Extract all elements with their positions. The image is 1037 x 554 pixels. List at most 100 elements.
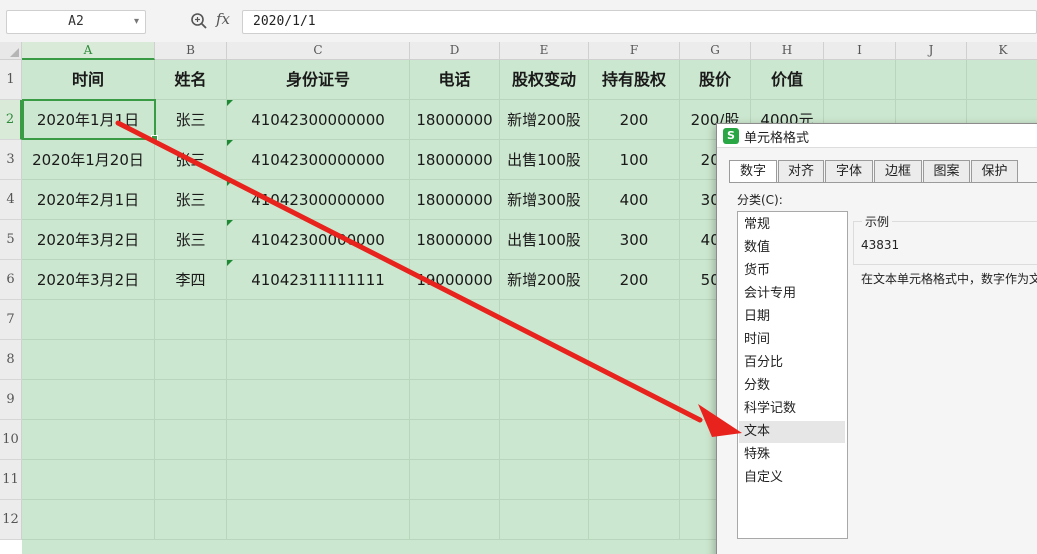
category-item[interactable]: 文本 xyxy=(739,421,845,443)
empty-cell[interactable] xyxy=(227,420,410,460)
category-item[interactable]: 日期 xyxy=(739,306,845,328)
data-cell[interactable]: 18000000 xyxy=(410,180,500,220)
tab-0[interactable]: 数字 xyxy=(729,160,777,183)
column-header-a[interactable]: A xyxy=(22,42,155,60)
empty-cell[interactable] xyxy=(155,300,227,340)
data-cell[interactable]: 张三 xyxy=(155,180,227,220)
category-item[interactable]: 分数 xyxy=(739,375,845,397)
column-header-d[interactable]: D xyxy=(410,42,500,60)
data-cell[interactable]: 19000000 xyxy=(410,260,500,300)
data-cell[interactable]: 41042300000000 xyxy=(227,140,410,180)
empty-cell[interactable] xyxy=(589,460,680,500)
empty-cell[interactable] xyxy=(410,340,500,380)
header-cell[interactable]: 价值 xyxy=(751,60,824,100)
category-item[interactable]: 常规 xyxy=(739,214,845,236)
tab-2[interactable]: 字体 xyxy=(825,160,873,182)
empty-cell[interactable] xyxy=(500,460,589,500)
row-header-3[interactable]: 3 xyxy=(0,140,22,180)
data-cell[interactable]: 新增300股 xyxy=(500,180,589,220)
data-cell[interactable]: 41042300000000 xyxy=(227,220,410,260)
empty-cell[interactable] xyxy=(500,380,589,420)
data-cell[interactable]: 200 xyxy=(589,260,680,300)
empty-cell[interactable] xyxy=(155,380,227,420)
data-cell[interactable]: 18000000 xyxy=(410,100,500,140)
category-item[interactable]: 特殊 xyxy=(739,444,845,466)
empty-cell[interactable] xyxy=(227,380,410,420)
category-item[interactable]: 时间 xyxy=(739,329,845,351)
row-header-9[interactable]: 9 xyxy=(0,380,22,420)
category-list[interactable]: 常规 数值 货币 会计专用 日期 时间 百分比 分数 科学记数 文本 特殊 自定义 xyxy=(737,211,848,539)
data-cell[interactable]: 41042300000000 xyxy=(227,100,410,140)
row-header-8[interactable]: 8 xyxy=(0,340,22,380)
data-cell[interactable]: 100 xyxy=(589,140,680,180)
data-cell[interactable]: 2020年2月1日 xyxy=(22,180,155,220)
empty-cell[interactable] xyxy=(500,300,589,340)
category-item[interactable]: 数值 xyxy=(739,237,845,259)
empty-cell[interactable] xyxy=(227,460,410,500)
row-header-10[interactable]: 10 xyxy=(0,420,22,460)
empty-cell[interactable] xyxy=(22,460,155,500)
empty-cell[interactable] xyxy=(22,380,155,420)
zoom-icon[interactable] xyxy=(190,12,208,30)
empty-cell[interactable] xyxy=(896,60,967,100)
data-cell[interactable]: 张三 xyxy=(155,140,227,180)
empty-cell[interactable] xyxy=(22,340,155,380)
data-cell[interactable]: 新增200股 xyxy=(500,100,589,140)
data-cell[interactable]: 2020年1月20日 xyxy=(22,140,155,180)
column-header-h[interactable]: H xyxy=(751,42,824,60)
empty-cell[interactable] xyxy=(22,300,155,340)
empty-cell[interactable] xyxy=(22,420,155,460)
empty-cell[interactable] xyxy=(227,500,410,540)
empty-cell[interactable] xyxy=(410,380,500,420)
empty-cell[interactable] xyxy=(155,460,227,500)
data-cell[interactable]: 出售100股 xyxy=(500,220,589,260)
category-item[interactable]: 科学记数 xyxy=(739,398,845,420)
column-header-i[interactable]: I xyxy=(824,42,896,60)
row-header-7[interactable]: 7 xyxy=(0,300,22,340)
data-cell[interactable]: 张三 xyxy=(155,100,227,140)
header-cell[interactable]: 股权变动 xyxy=(500,60,589,100)
empty-cell[interactable] xyxy=(589,300,680,340)
column-header-g[interactable]: G xyxy=(680,42,751,60)
empty-cell[interactable] xyxy=(500,500,589,540)
header-cell[interactable]: 股价 xyxy=(680,60,751,100)
column-header-e[interactable]: E xyxy=(500,42,589,60)
empty-cell[interactable] xyxy=(500,340,589,380)
empty-cell[interactable] xyxy=(824,60,896,100)
data-cell[interactable]: 300 xyxy=(589,220,680,260)
category-item[interactable]: 自定义 xyxy=(739,467,845,489)
tab-5[interactable]: 保护 xyxy=(971,160,1018,182)
empty-cell[interactable] xyxy=(227,340,410,380)
data-cell[interactable]: 2020年3月2日 xyxy=(22,260,155,300)
row-header-6[interactable]: 6 xyxy=(0,260,22,300)
header-cell[interactable]: 姓名 xyxy=(155,60,227,100)
data-cell[interactable]: 李四 xyxy=(155,260,227,300)
select-all-corner[interactable] xyxy=(0,42,22,60)
column-header-f[interactable]: F xyxy=(589,42,680,60)
header-cell[interactable]: 时间 xyxy=(22,60,155,100)
empty-cell[interactable] xyxy=(155,500,227,540)
empty-cell[interactable] xyxy=(410,420,500,460)
row-header-4[interactable]: 4 xyxy=(0,180,22,220)
empty-cell[interactable] xyxy=(155,340,227,380)
data-cell[interactable]: 41042300000000 xyxy=(227,180,410,220)
empty-cell[interactable] xyxy=(589,380,680,420)
column-header-j[interactable]: J xyxy=(896,42,967,60)
data-cell[interactable]: 41042311111111 xyxy=(227,260,410,300)
row-header-1[interactable]: 1 xyxy=(0,60,22,100)
tab-1[interactable]: 对齐 xyxy=(778,160,824,182)
row-header-11[interactable]: 11 xyxy=(0,460,22,500)
empty-cell[interactable] xyxy=(410,460,500,500)
data-cell[interactable]: 出售100股 xyxy=(500,140,589,180)
fx-icon[interactable]: fx xyxy=(216,10,230,28)
data-cell[interactable]: 200 xyxy=(589,100,680,140)
header-cell[interactable]: 身份证号 xyxy=(227,60,410,100)
category-item[interactable]: 会计专用 xyxy=(739,283,845,305)
tab-4[interactable]: 图案 xyxy=(923,160,970,182)
row-header-2[interactable]: 2 xyxy=(0,100,22,140)
empty-cell[interactable] xyxy=(967,60,1037,100)
header-cell[interactable]: 持有股权 xyxy=(589,60,680,100)
empty-cell[interactable] xyxy=(410,500,500,540)
empty-cell[interactable] xyxy=(500,420,589,460)
chevron-down-icon[interactable]: ▾ xyxy=(134,11,139,33)
